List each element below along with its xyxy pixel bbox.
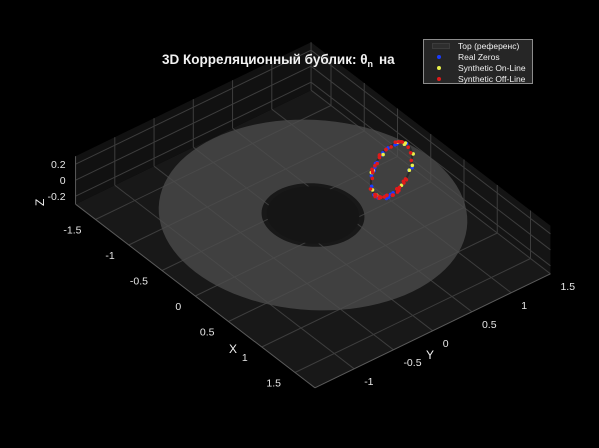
zero-point [370,176,375,181]
chart-title-subscript: n [368,59,374,69]
zero-point [377,194,382,199]
y-tick-label: 1.5 [560,281,575,293]
zero-point [402,181,406,185]
legend-label: Synthetic Off-Line [458,74,526,84]
legend-red-dot-icon [431,74,451,84]
zero-point [389,145,393,149]
x-tick-label: 1 [242,352,248,364]
zero-point [368,187,373,191]
zero-point [408,151,413,155]
legend-yellow-dot-icon [431,63,451,73]
y-tick-label: -0.5 [403,357,421,369]
zero-point [381,152,385,157]
zero-point [410,163,415,168]
zero-point [404,178,409,182]
legend-item-synthetic-off-line: Synthetic Off-Line [424,74,534,84]
z-tick-label: -0.2 [47,191,65,203]
x-tick-label: 0 [175,301,181,313]
zero-point [393,140,398,144]
chart-title: 3D Корреляционный бублик: θn на [162,52,395,69]
zero-point [407,168,412,172]
legend-item-synthetic-on-line: Synthetic On-Line [424,63,534,73]
y-axis-label: Y [426,348,434,362]
zero-point [382,195,387,199]
legend-item-real-zeros: Real Zeros [424,52,534,62]
y-tick-label: -1 [364,376,373,388]
zero-point [373,164,377,168]
y-tick-label: 0 [443,338,449,350]
chart-title-main: 3D Корреляционный бублик: θ [162,52,368,67]
x-tick-label: -1.5 [63,225,81,237]
zero-point [374,193,378,197]
legend: Top (референс) Real Zeros Synthetic On-L… [423,39,533,84]
y-tick-label: 1 [521,300,527,312]
y-tick-label: 0.5 [482,319,497,331]
chart-title-suffix: на [379,52,395,67]
z-axis-label: Z [33,199,47,206]
legend-item-top-reference: Top (референс) [424,41,534,51]
zero-point [377,155,382,160]
x-tick-label: -1 [105,250,114,262]
x-axis-label: X [229,342,237,356]
zero-point [403,141,408,145]
zero-point [391,193,395,197]
x-tick-label: 0.5 [200,327,215,339]
z-tick-label: 0.2 [51,159,66,171]
x-tick-label: -0.5 [130,276,148,288]
zero-point [395,187,399,191]
zero-point [384,147,388,152]
zero-point [400,140,405,144]
zero-point [409,158,414,163]
legend-label: Top (референс) [458,41,520,51]
legend-label: Real Zeros [458,52,500,62]
zero-point [370,170,375,175]
zero-point [406,145,411,149]
legend-label: Synthetic On-Line [458,63,526,73]
legend-blue-dot-icon [431,52,451,62]
z-tick-label: 0 [60,175,66,187]
x-tick-label: 1.5 [266,378,281,390]
legend-surface-swatch [431,41,451,51]
